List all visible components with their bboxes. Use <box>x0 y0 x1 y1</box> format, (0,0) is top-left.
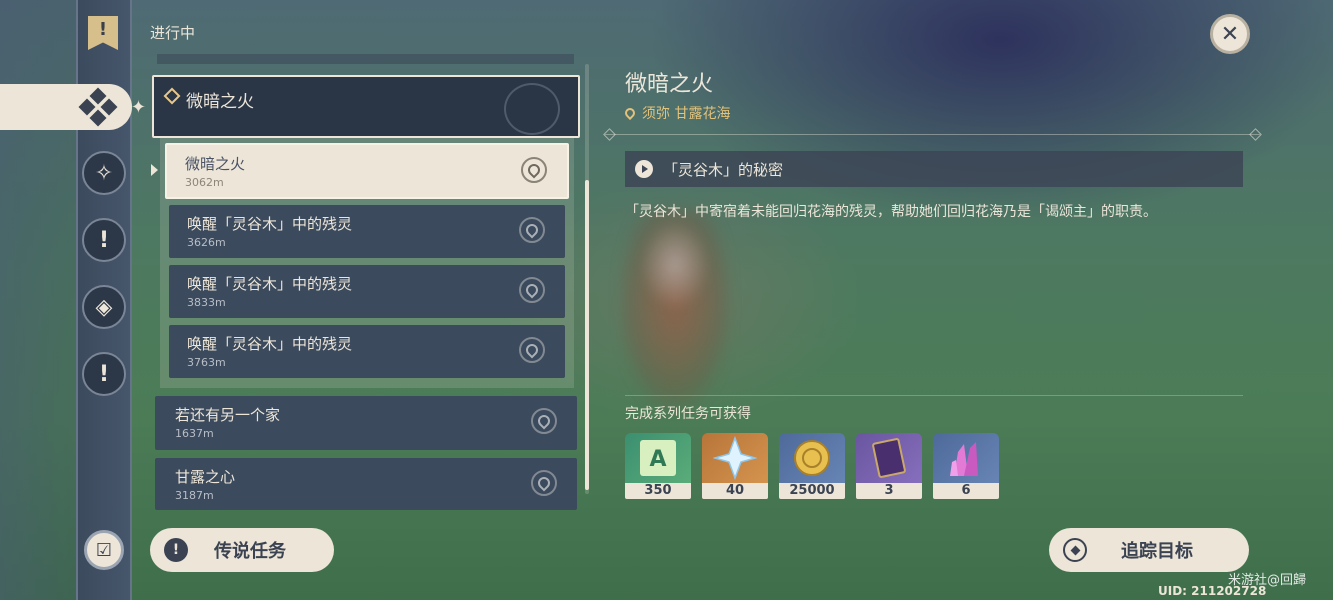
quest-name: 甘露之心 <box>175 468 236 486</box>
quest-distance: 3626m <box>187 236 226 249</box>
checklist-icon: ☑ <box>95 539 113 561</box>
scroll-thumb[interactable] <box>585 180 589 490</box>
adventure-exp-icon: A <box>625 433 691 483</box>
reward-count: 40 <box>702 483 768 499</box>
legend-quest-icon: ! <box>164 538 188 562</box>
reward-count: 3 <box>856 483 922 499</box>
list-top-strip <box>157 54 574 64</box>
uid-label: UID: 211202728 <box>1158 584 1267 598</box>
current-step-title: 「灵谷木」的秘密 <box>663 160 784 179</box>
quest-name: 若还有另一个家 <box>175 406 281 424</box>
close-icon: ✕ <box>1220 21 1240 47</box>
play-icon <box>635 160 653 178</box>
quest-log-check-button[interactable]: ☑ <box>84 530 124 570</box>
reward-count: 25000 <box>779 483 845 499</box>
detail-divider <box>605 134 1260 135</box>
quest-item[interactable]: 唤醒「灵谷木」中的残灵 3626m <box>169 205 565 258</box>
series-diamond-icon <box>163 87 181 105</box>
mora-icon <box>779 433 845 483</box>
quest-name: 唤醒「灵谷木」中的残灵 <box>187 275 353 293</box>
current-step-header: 「灵谷木」的秘密 <box>625 151 1243 187</box>
legend-quests-button[interactable]: ! 传说任务 <box>150 528 334 572</box>
detail-location: 须弥 甘露花海 <box>622 103 731 123</box>
character-highlight <box>640 220 710 310</box>
quest-distance: 3187m <box>175 489 214 502</box>
quest-distance: 3833m <box>187 296 226 309</box>
track-pin-icon[interactable] <box>531 408 557 434</box>
close-button[interactable]: ✕ <box>1210 14 1250 54</box>
reward-item[interactable]: A 350 <box>625 433 691 499</box>
series-title: 微暗之火 <box>186 92 254 112</box>
event-quest-icon: ◈ <box>95 294 113 320</box>
track-pin-icon[interactable] <box>519 217 545 243</box>
tab-event-quests[interactable]: ◈ <box>82 285 126 329</box>
quest-item[interactable]: 微暗之火 3062m <box>165 143 569 199</box>
tab-world-quests[interactable]: ! <box>82 218 126 262</box>
heros-wit-book-icon <box>856 433 922 483</box>
quest-item[interactable]: 若还有另一个家 1637m <box>155 396 577 450</box>
detail-title: 微暗之火 <box>625 72 714 97</box>
world-quest-icon: ! <box>98 227 110 253</box>
track-quest-button[interactable]: 追踪目标 <box>1049 528 1249 572</box>
track-diamond-icon <box>1063 538 1087 562</box>
tab-archon-quests[interactable]: ✦ <box>0 84 146 130</box>
track-pin-icon[interactable] <box>531 470 557 496</box>
tab-story-quests[interactable]: ✧ <box>82 151 126 195</box>
reward-item[interactable]: 3 <box>856 433 922 499</box>
track-pin-icon[interactable] <box>519 277 545 303</box>
quest-distance: 3062m <box>185 176 224 189</box>
active-star-icon: ✦ <box>130 96 146 118</box>
archon-quest-icon <box>78 87 118 127</box>
mystic-ore-icon <box>933 433 999 483</box>
quest-item[interactable]: 甘露之心 3187m <box>155 458 577 510</box>
commission-icon: ! <box>98 361 110 387</box>
reward-item[interactable]: 25000 <box>779 433 845 499</box>
track-pin-icon[interactable] <box>519 337 545 363</box>
selected-arrow-icon <box>151 164 158 176</box>
legend-quests-label: 传说任务 <box>214 541 286 562</box>
track-quest-label: 追踪目标 <box>1121 541 1193 562</box>
quest-description: 「灵谷木」中寄宿着未能回归花海的残灵，帮助她们回归花海乃是「谒颂主」的职责。 <box>625 204 1157 220</box>
reward-count: 350 <box>625 483 691 499</box>
quest-name: 唤醒「灵谷木」中的残灵 <box>187 335 353 353</box>
quest-distance: 3763m <box>187 356 226 369</box>
primogem-icon <box>702 433 768 483</box>
quest-name: 唤醒「灵谷木」中的残灵 <box>187 215 353 233</box>
quest-distance: 1637m <box>175 427 214 440</box>
section-label: 进行中 <box>150 24 196 42</box>
track-pin-icon[interactable] <box>521 157 547 183</box>
reward-list: A 350 40 25000 3 6 <box>625 433 1010 499</box>
quest-item[interactable]: 唤醒「灵谷木」中的残灵 3763m <box>169 325 565 378</box>
quest-series-header[interactable]: 微暗之火 <box>152 75 580 138</box>
reward-label: 完成系列任务可获得 <box>625 406 751 422</box>
story-quest-icon: ✧ <box>94 160 114 186</box>
reward-divider <box>625 395 1243 396</box>
quest-name: 微暗之火 <box>185 155 246 173</box>
svg-text:A: A <box>649 447 666 472</box>
location-text: 须弥 甘露花海 <box>642 106 731 122</box>
tab-commissions[interactable]: ! <box>82 352 126 396</box>
reward-item[interactable]: 6 <box>933 433 999 499</box>
quest-item[interactable]: 唤醒「灵谷木」中的残灵 3833m <box>169 265 565 318</box>
location-pin-icon <box>622 105 638 121</box>
reward-item[interactable]: 40 <box>702 433 768 499</box>
reward-count: 6 <box>933 483 999 499</box>
sumeru-emblem-icon <box>504 83 560 135</box>
